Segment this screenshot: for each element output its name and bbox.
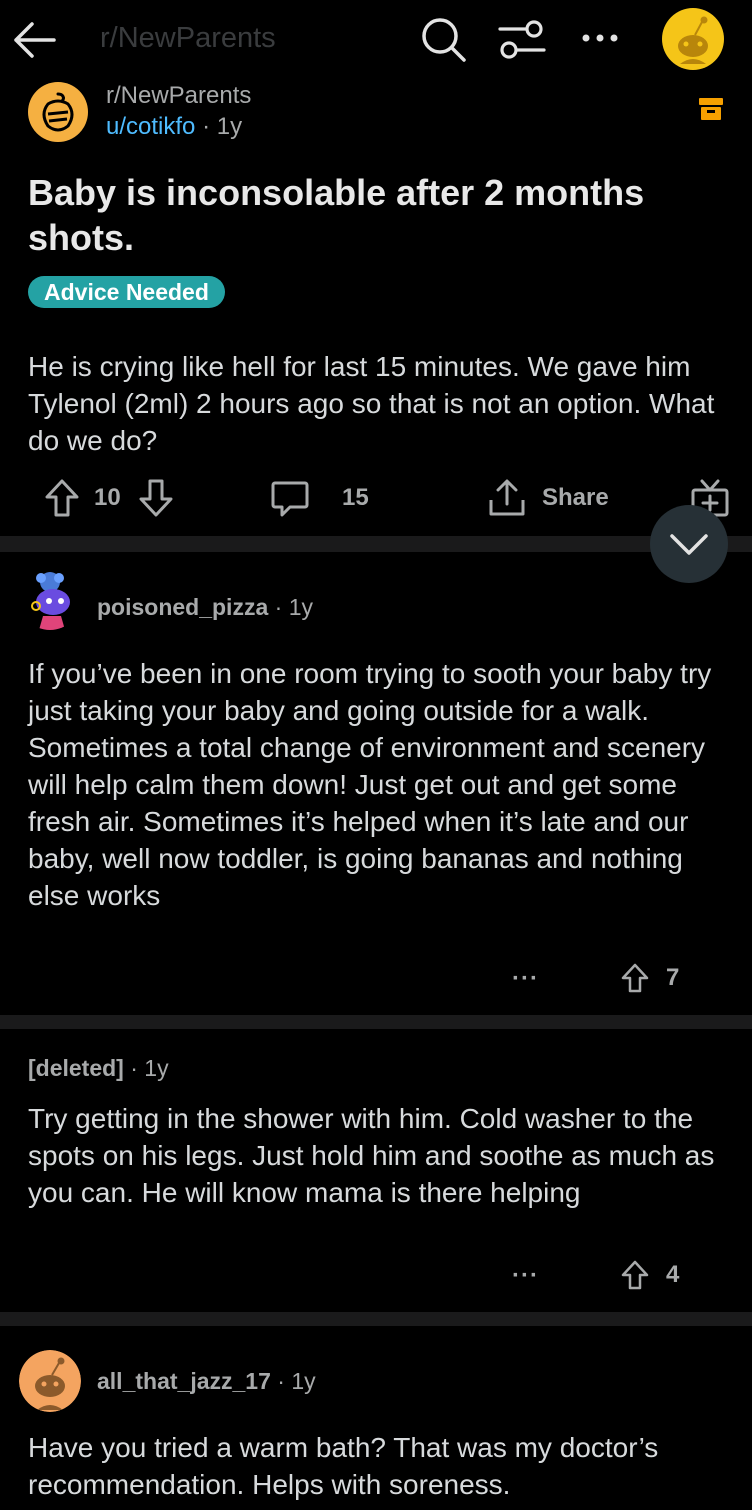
comment-avatar[interactable] [19,568,81,630]
comment-meta: poisoned_pizza · 1y [97,594,313,620]
post-meta: u/cotikfo · 1y [106,113,242,141]
upvote-icon [621,963,649,993]
share-button[interactable]: Share [488,478,609,518]
comment-author[interactable]: poisoned_pizza [97,594,268,620]
top-bar: r/NewParents [0,0,752,80]
back-button[interactable] [10,18,58,62]
page-title: r/NewParents [100,22,276,54]
meta-separator: · [202,113,211,140]
subreddit-avatar[interactable] [28,82,88,142]
comment-author: [deleted] [28,1055,124,1081]
comment-age: 1y [144,1055,169,1081]
more-horizontal-icon [582,34,618,42]
comments-button[interactable] [270,480,310,518]
post-flair[interactable]: Advice Needed [28,276,225,308]
section-divider [0,536,752,552]
comment-more-button[interactable]: ··· [512,965,539,993]
post-subreddit[interactable]: r/NewParents [106,82,251,110]
snoo-avatar-icon [19,1350,81,1412]
upvote-icon [621,1260,649,1290]
search-icon [422,18,466,62]
upvote-button[interactable] [44,478,80,518]
chevron-down-icon [670,534,708,555]
more-button[interactable] [580,28,620,53]
comment-divider [0,1015,752,1029]
filter-button[interactable] [498,18,546,67]
post-body: He is crying like hell for last 15 minut… [28,351,715,456]
user-avatar-button[interactable] [662,8,724,75]
baby-icon [42,92,74,132]
snoo-avatar-icon [19,568,81,630]
archive-icon [699,98,723,120]
comment-upvote-button[interactable]: 4 [620,1259,679,1291]
comment-author[interactable]: all_that_jazz_17 [97,1368,271,1394]
post-author[interactable]: u/cotikfo [106,113,195,140]
downvote-button[interactable] [138,478,174,518]
next-comment-button[interactable] [650,505,728,583]
comment-age: 1y [288,594,313,620]
comment-more-button[interactable]: ··· [512,1262,539,1290]
comment-meta: [deleted] · 1y [28,1055,169,1081]
archived-indicator [698,97,724,126]
comment-score: 7 [666,964,680,991]
comment-body: Try getting in the shower with him. Cold… [28,1103,715,1208]
comment-score: 4 [666,1261,680,1288]
upvote-icon [45,479,79,517]
comment-age: 1y [291,1368,316,1394]
post-title[interactable]: Baby is inconsolable after 2 months shot… [28,170,728,260]
comment-avatar[interactable] [19,1350,81,1412]
comment-count: 15 [342,484,369,511]
downvote-icon [139,479,173,517]
search-button[interactable] [420,16,468,69]
comment-body: Have you tried a warm bath? That was my … [28,1432,659,1500]
user-avatar-icon [662,8,724,70]
sort-filter-icon [498,20,546,59]
post-score: 10 [94,484,121,511]
comment-icon [271,481,309,517]
share-icon [489,479,525,516]
comment-meta: all_that_jazz_17 · 1y [97,1368,316,1394]
comment-body: If you’ve been in one room trying to soo… [28,658,712,911]
post-age: 1y [216,113,243,140]
arrow-left-icon [14,22,56,58]
comment-divider [0,1312,752,1326]
comment-upvote-button[interactable]: 7 [620,962,679,994]
share-label: Share [542,484,609,511]
